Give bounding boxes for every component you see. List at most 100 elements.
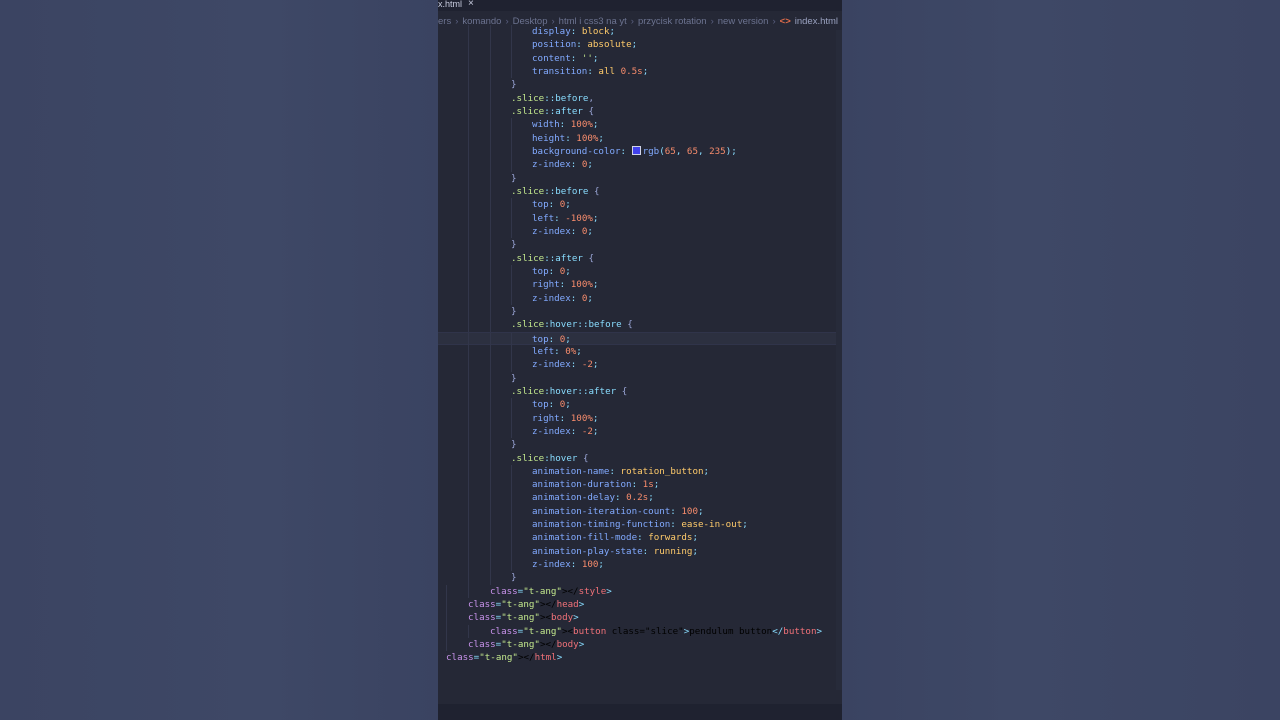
background-right <box>842 0 1280 720</box>
code-line[interactable]: width: 100%; <box>438 118 842 132</box>
indent-guide <box>468 384 469 399</box>
code-line[interactable]: } <box>438 304 842 319</box>
indent-guide <box>511 51 512 65</box>
indent-guide <box>446 624 447 639</box>
indent-guide <box>511 278 512 292</box>
code-line[interactable]: display: block; <box>438 25 842 39</box>
indent-guide <box>511 531 512 545</box>
code-line[interactable]: content: ''; <box>438 51 842 65</box>
code-line[interactable]: .slice::before, <box>438 91 842 105</box>
indent-guide <box>511 332 512 346</box>
code-text: .slice:hover { <box>511 452 589 464</box>
code-editor[interactable]: x.html × ers › komando › Desktop › html i css3… <box>438 0 842 720</box>
indent-guide <box>511 358 512 372</box>
indent-guide <box>468 318 469 332</box>
code-line[interactable]: } <box>438 171 842 185</box>
indent-guide <box>490 304 491 319</box>
code-line[interactable]: animation-name: rotation_button; <box>438 464 842 479</box>
indent-guide <box>511 411 512 425</box>
status-bar <box>438 704 842 720</box>
code-line[interactable]: } <box>438 238 842 252</box>
code-line[interactable]: top: 0; <box>438 398 842 412</box>
indent-guide <box>490 224 491 239</box>
code-line[interactable]: animation-duration: 1s; <box>438 478 842 492</box>
code-line[interactable]: z-index: -2; <box>438 358 842 372</box>
code-text: top: 0; <box>532 399 571 411</box>
code-line[interactable]: z-index: 0; <box>438 224 842 239</box>
indent-guide <box>490 344 491 359</box>
indent-guide <box>511 344 512 359</box>
indent-guide <box>490 278 491 292</box>
code-line[interactable]: z-index: 100; <box>438 558 842 572</box>
indent-guide <box>468 118 469 132</box>
code-line[interactable]: .slice::after { <box>438 251 842 265</box>
code-line[interactable]: animation-delay: 0.2s; <box>438 491 842 505</box>
code-line[interactable]: } <box>438 371 842 385</box>
code-line[interactable]: animation-play-state: running; <box>438 544 842 559</box>
code-line[interactable]: .slice:hover::before { <box>438 318 842 332</box>
vertical-scrollbar[interactable] <box>836 30 842 690</box>
code-text: animation-duration: 1s; <box>532 479 660 491</box>
color-swatch[interactable] <box>631 145 641 155</box>
indent-guide <box>511 518 512 532</box>
code-line[interactable]: z-index: 0; <box>438 291 842 305</box>
code-line[interactable]: top: 0; <box>438 198 842 212</box>
code-line[interactable]: top: 0; <box>438 331 842 346</box>
code-text: } <box>511 372 517 384</box>
tab-index-html[interactable]: x.html × <box>438 0 480 11</box>
code-line[interactable]: } <box>438 438 842 452</box>
indent-guide <box>490 464 491 479</box>
code-line[interactable]: } <box>438 78 842 92</box>
code-line[interactable]: z-index: 0; <box>438 158 842 172</box>
indent-guide <box>490 211 491 225</box>
code-line[interactable]: z-index: -2; <box>438 424 842 439</box>
code-text: } <box>511 572 517 584</box>
tab-bar: x.html × <box>438 0 842 11</box>
code-text: z-index: 0; <box>532 292 593 304</box>
code-line[interactable]: transition: all 0.5s; <box>438 64 842 79</box>
code-line[interactable]: } <box>438 571 842 585</box>
indent-guide <box>468 278 469 292</box>
code-line[interactable]: .slice::after { <box>438 104 842 119</box>
indent-guide <box>490 118 491 132</box>
code-line[interactable]: animation-fill-mode: forwards; <box>438 531 842 545</box>
code-line[interactable]: class="t-ang"></head> <box>438 598 842 612</box>
code-line[interactable]: left: 0%; <box>438 344 842 359</box>
code-line[interactable]: background-color: rgb(65, 65, 235); <box>438 144 842 159</box>
code-line[interactable]: left: -100%; <box>438 211 842 225</box>
indent-guide <box>468 531 469 545</box>
code-line[interactable]: class="t-ang"></body> <box>438 638 842 652</box>
indent-guide <box>490 558 491 572</box>
code-text: } <box>511 239 517 251</box>
close-icon[interactable]: × <box>468 0 474 9</box>
indent-guide <box>511 398 512 412</box>
code-text: animation-fill-mode: forwards; <box>532 532 698 544</box>
code-line[interactable]: class="t-ang"><button class="slice">pend… <box>438 624 842 639</box>
indent-guide <box>490 25 491 39</box>
indent-guide <box>468 424 469 439</box>
code-line[interactable]: class="t-ang"><body> <box>438 611 842 625</box>
indent-guide <box>490 451 491 465</box>
code-line[interactable]: .slice::before { <box>438 184 842 199</box>
code-line[interactable]: right: 100%; <box>438 278 842 292</box>
code-line[interactable]: position: absolute; <box>438 38 842 52</box>
indent-guide <box>511 38 512 52</box>
indent-guide <box>490 251 491 265</box>
code-line[interactable]: .slice:hover::after { <box>438 384 842 399</box>
code-line[interactable]: right: 100%; <box>438 411 842 425</box>
code-line[interactable]: height: 100%; <box>438 131 842 145</box>
code-line[interactable]: animation-timing-function: ease-in-out; <box>438 518 842 532</box>
indent-guide <box>511 558 512 572</box>
code-line[interactable]: animation-iteration-count: 100; <box>438 504 842 519</box>
indent-guide <box>490 478 491 492</box>
code-area[interactable]: display: block; position: absolute; conten… <box>438 25 842 665</box>
indent-guide <box>468 198 469 212</box>
code-text: animation-play-state: running; <box>532 545 698 557</box>
indent-guide <box>468 411 469 425</box>
indent-guide <box>490 384 491 399</box>
code-line[interactable]: class="t-ang"></style> <box>438 584 842 599</box>
code-line[interactable]: .slice:hover { <box>438 451 842 465</box>
code-text: z-index: 0; <box>532 159 593 171</box>
code-line[interactable]: top: 0; <box>438 264 842 279</box>
code-line[interactable]: class="t-ang"></html> <box>438 651 842 664</box>
